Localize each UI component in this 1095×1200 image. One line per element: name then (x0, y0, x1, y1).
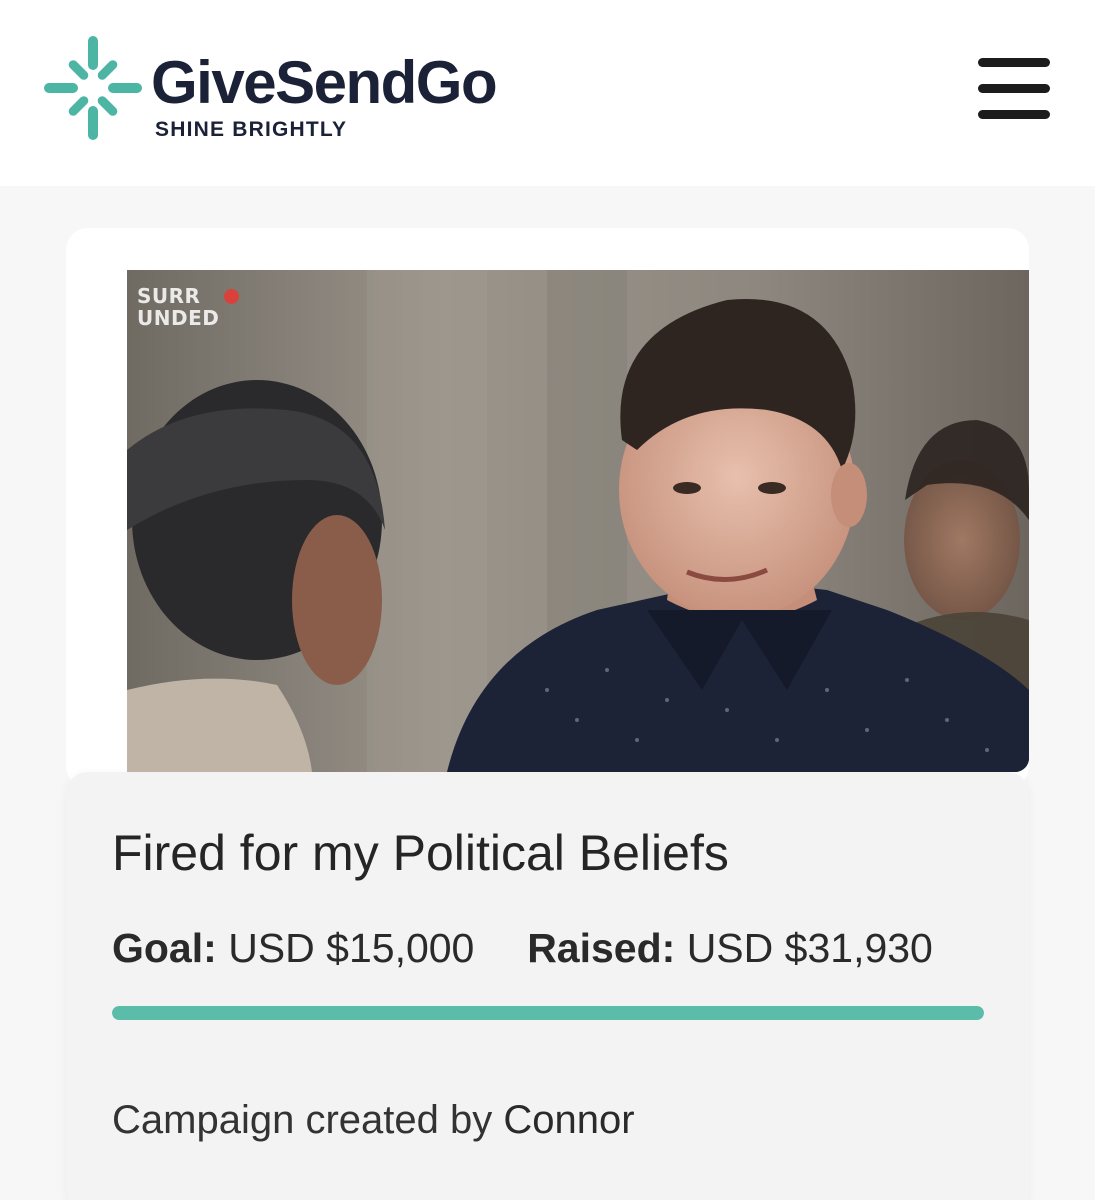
campaign-creator: Campaign created by Connor (112, 1094, 635, 1146)
progress-bar (112, 1006, 984, 1020)
hamburger-menu-icon[interactable] (976, 56, 1052, 122)
campaign-photo (127, 270, 1029, 772)
page: GiveSendGo SHINE BRIGHTLY SURR UNDED Fir… (0, 0, 1095, 1200)
goal-value: USD $15,000 (228, 925, 475, 971)
raised-value: USD $31,930 (686, 925, 933, 971)
watermark-line-1: SURR (137, 284, 201, 308)
watermark-dot-icon (224, 289, 239, 304)
campaign-image[interactable] (127, 270, 1029, 772)
creator-name[interactable]: Connor (503, 1098, 634, 1142)
watermark-line-2: UNDED (137, 306, 220, 330)
site-header: GiveSendGo SHINE BRIGHTLY (0, 0, 1095, 186)
goal-label: Goal: (112, 925, 217, 971)
raised-label: Raised: (527, 925, 676, 971)
progress-bar-fill (112, 1006, 984, 1020)
brand-tagline: SHINE BRIGHTLY (155, 118, 348, 141)
campaign-title[interactable]: Fired for my Political Beliefs (112, 822, 729, 884)
brand-name: GiveSendGo (151, 49, 498, 116)
site-logo-link[interactable]: GiveSendGo SHINE BRIGHTLY (44, 36, 564, 146)
creator-prefix: Campaign created by (112, 1098, 493, 1142)
image-watermark: SURR UNDED (137, 285, 257, 335)
campaign-stats: Goal: USD $15,000 Raised: USD $31,930 (112, 922, 933, 974)
givesendgo-logo-icon (44, 36, 142, 140)
